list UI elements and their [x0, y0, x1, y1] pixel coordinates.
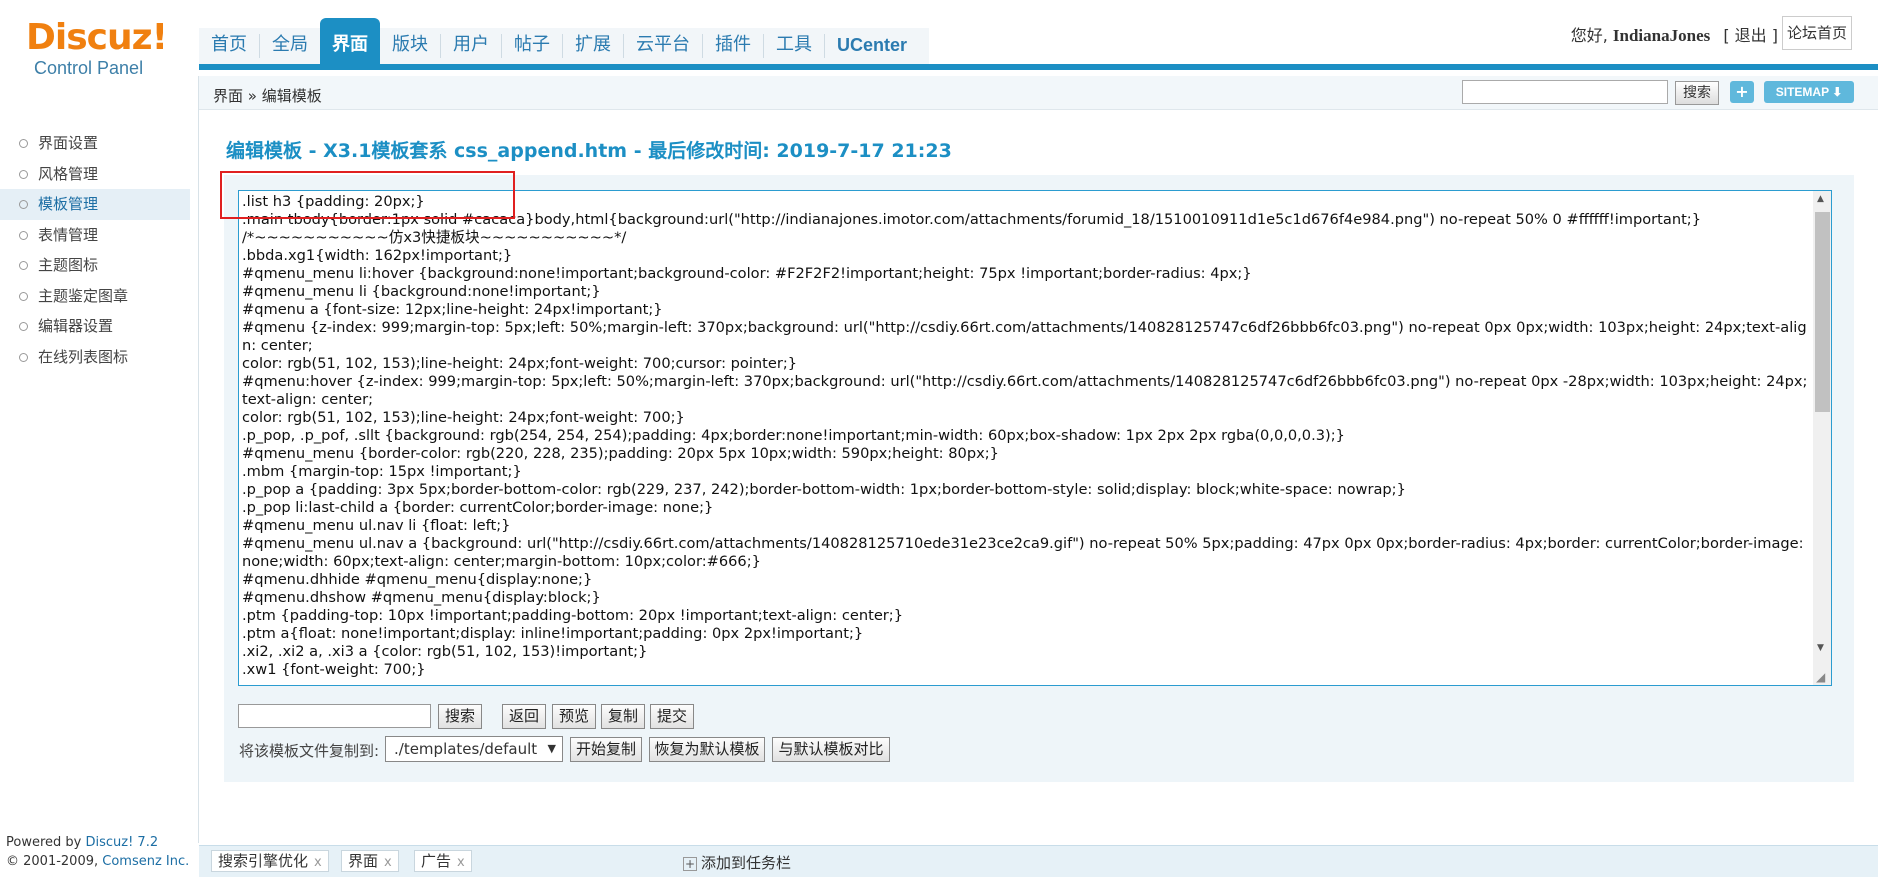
start-copy-button[interactable]: 开始复制 — [570, 737, 642, 762]
back-button[interactable]: 返回 — [502, 704, 546, 729]
nav-tools[interactable]: 工具 — [764, 18, 824, 64]
code-line: #qmenu_menu li:hover {background:none!im… — [242, 265, 1252, 282]
copy-button[interactable]: 复制 — [601, 704, 645, 729]
code-line: /*~~~~~~~~~~~仿x3快捷板块~~~~~~~~~~~*/ — [242, 229, 627, 246]
logo-subtitle: Control Panel — [34, 58, 144, 78]
nav-interface[interactable]: 界面 — [320, 18, 380, 64]
code-content: .list h3 {padding: 20px;} .main tbody{bor… — [242, 193, 1812, 679]
top-search-input[interactable] — [1462, 80, 1668, 104]
template-dir-select[interactable]: ./templates/default ▼ — [385, 736, 563, 762]
code-line: .mbm {margin-top: 15px !important;} — [242, 463, 522, 480]
resize-handle-icon[interactable]: ◢ — [1816, 670, 1830, 684]
sidebar-item-interface-settings[interactable]: 界面设置 — [0, 128, 190, 159]
sidebar-item-online-icons[interactable]: 在线列表图标 — [0, 342, 190, 373]
logo-brand: Discuz! — [26, 17, 168, 58]
code-line: #qmenu:hover {z-index: 999;margin-top: 5… — [242, 373, 1808, 408]
powered-by: Powered by Discuz! 7.2 © 2001-2009, Coms… — [6, 833, 189, 871]
page-title: 编辑模板 - X3.1模板套系 css_append.htm - 最后修改时间:… — [226, 140, 952, 162]
code-search-button[interactable]: 搜索 — [438, 704, 482, 729]
discuz-link[interactable]: Discuz! 7.2 — [85, 835, 158, 850]
code-line: #qmenu_menu {border-color: rgb(220, 228,… — [242, 445, 999, 462]
close-icon[interactable]: x — [314, 855, 322, 870]
nav-cloud[interactable]: 云平台 — [624, 18, 702, 64]
code-line: #qmenu_menu ul.nav li {float: left;} — [242, 517, 511, 534]
code-line: #qmenu.dhshow #qmenu_menu{display:block;… — [242, 589, 601, 606]
powered-prefix: Powered by — [6, 835, 86, 850]
header: Discuz! Control Panel 首页 全局 界面 版块 用户 帖子 … — [0, 0, 1878, 78]
code-line: .p_pop a {padding: 3px 5px;border-bottom… — [242, 481, 1406, 498]
sidebar-item-stamps[interactable]: 主题鉴定图章 — [0, 281, 190, 312]
add-shortcut-button[interactable]: + — [1730, 81, 1754, 103]
scroll-down-icon[interactable]: ▼ — [1817, 643, 1824, 653]
dropdown-arrow-icon: ▼ — [547, 742, 556, 755]
compare-default-button[interactable]: 与默认模板对比 — [772, 737, 890, 762]
top-search-button[interactable]: 搜索 — [1675, 81, 1719, 105]
restore-default-button[interactable]: 恢复为默认模板 — [649, 737, 765, 762]
user-info: 您好, IndianaJones [ 退出 ] — [1571, 22, 1778, 46]
sidebar-item-style-manage[interactable]: 风格管理 — [0, 159, 190, 190]
nav-underline — [199, 64, 1878, 70]
nav-global[interactable]: 全局 — [260, 18, 320, 64]
nav-extend[interactable]: 扩展 — [563, 18, 623, 64]
code-search-input[interactable] — [238, 704, 431, 728]
nav-home[interactable]: 首页 — [199, 18, 259, 64]
task-tab-label: 搜索引擎优化 — [218, 852, 309, 870]
nav-forum[interactable]: 版块 — [380, 18, 440, 64]
comsenz-link[interactable]: Comsenz Inc. — [102, 854, 189, 869]
nav-ucenter[interactable]: UCenter — [825, 18, 919, 64]
forum-home-button[interactable]: 论坛首页 — [1782, 16, 1852, 50]
template-code-textarea[interactable]: .list h3 {padding: 20px;} .main tbody{bor… — [238, 190, 1832, 686]
sitemap-button[interactable]: SITEMAP ⬇ — [1764, 81, 1854, 103]
code-line: #qmenu_menu li {background:none!importan… — [242, 283, 601, 300]
username: IndianaJones — [1612, 26, 1711, 45]
preview-button[interactable]: 预览 — [552, 704, 596, 729]
select-value: ./templates/default — [394, 740, 538, 758]
code-line: .p_pop, .p_pof, .sllt {background: rgb(2… — [242, 427, 1345, 444]
task-tab-seo[interactable]: 搜索引擎优化 x — [211, 850, 329, 872]
sidebar-item-thread-icons[interactable]: 主题图标 — [0, 250, 190, 281]
code-line: .bbda.xg1{width: 162px!important;} — [242, 247, 513, 264]
plus-icon: + — [683, 857, 697, 871]
code-line: .p_pop li:last-child a {border: currentC… — [242, 499, 714, 516]
logout-link[interactable]: [ 退出 ] — [1723, 26, 1778, 45]
nav-posts[interactable]: 帖子 — [502, 18, 562, 64]
code-line: #qmenu {z-index: 999;margin-top: 5px;lef… — [242, 319, 1807, 354]
close-icon[interactable]: x — [457, 855, 465, 870]
code-line: .ptm a{float: none!important;display: in… — [242, 625, 864, 642]
task-tab-label: 界面 — [348, 852, 379, 870]
code-line: .ptm {padding-top: 10px !important;paddi… — [242, 607, 904, 624]
taskbar: 搜索引擎优化 x 界面 x 广告 x + 添加到任务栏 — [199, 845, 1878, 877]
code-line: color: rgb(51, 102, 153);line-height: 24… — [242, 409, 685, 426]
code-line: #qmenu a {font-size: 12px;line-height: 2… — [242, 301, 663, 318]
highlight-box — [220, 171, 515, 219]
sidebar-item-editor-settings[interactable]: 编辑器设置 — [0, 311, 190, 342]
code-line: color: rgb(51, 102, 153);line-height: 24… — [242, 355, 798, 372]
task-tab-label: 广告 — [421, 852, 452, 870]
code-line: #qmenu.dhhide #qmenu_menu{display:none;} — [242, 571, 593, 588]
code-line: .xw1 {font-weight: 700;} — [242, 661, 426, 678]
add-to-taskbar[interactable]: + 添加到任务栏 — [683, 852, 791, 873]
sidebar: 界面设置 风格管理 模板管理 表情管理 主题图标 主题鉴定图章 编辑器设置 在线… — [0, 76, 199, 843]
sidebar-item-smilies[interactable]: 表情管理 — [0, 220, 190, 251]
scroll-thumb[interactable] — [1815, 212, 1830, 412]
add-to-taskbar-label: 添加到任务栏 — [701, 854, 792, 872]
task-tab-ads[interactable]: 广告 x — [414, 850, 472, 872]
scroll-up-icon[interactable]: ▲ — [1817, 194, 1824, 204]
code-line: .xi2, .xi2 a, .xi3 a {color: rgb(51, 102… — [242, 643, 648, 660]
greeting: 您好, — [1570, 26, 1608, 45]
submit-button[interactable]: 提交 — [650, 704, 694, 729]
sidebar-item-template-manage[interactable]: 模板管理 — [0, 189, 190, 220]
close-icon[interactable]: x — [384, 855, 392, 870]
code-line: #qmenu_menu ul.nav a {background: url("h… — [242, 535, 1809, 570]
nav-users[interactable]: 用户 — [441, 18, 501, 64]
breadcrumb: 界面 » 编辑模板 — [213, 87, 322, 105]
copy-target-label: 将该模板文件复制到: — [239, 742, 380, 760]
copyright-prefix: © 2001-2009, — [6, 854, 103, 869]
editor-scrollbar[interactable]: ▲ ▼ — [1813, 191, 1831, 685]
task-tab-interface[interactable]: 界面 x — [341, 850, 399, 872]
nav-plugins[interactable]: 插件 — [703, 18, 763, 64]
